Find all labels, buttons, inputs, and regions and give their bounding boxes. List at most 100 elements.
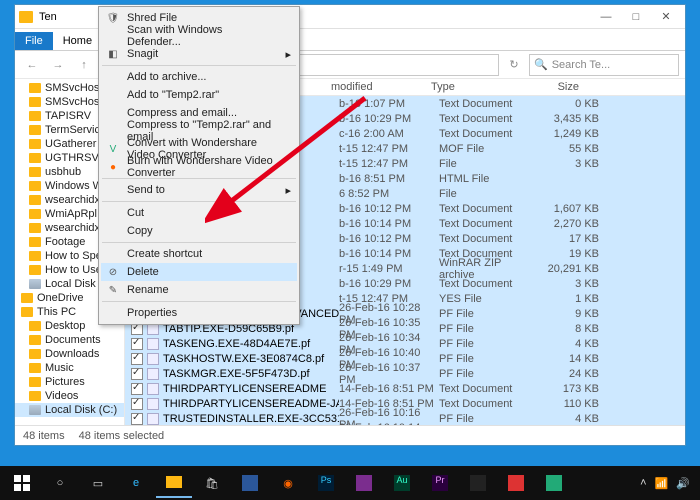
file-size: 0 KB (539, 98, 599, 110)
tree-item[interactable]: Music (15, 361, 124, 375)
store-icon[interactable]: 🛍 (194, 468, 230, 498)
refresh-button[interactable]: ↻ (503, 54, 525, 76)
menu-label: Send to (127, 184, 165, 196)
tree-item[interactable]: Videos (15, 389, 124, 403)
menu-item[interactable]: ●Burn with Wondershare Video Converter (101, 158, 297, 176)
snagit-icon[interactable] (460, 468, 496, 498)
checkbox[interactable] (131, 353, 143, 365)
menu-label: Create shortcut (127, 248, 202, 260)
checkbox[interactable] (131, 368, 143, 380)
menu-item[interactable]: ⊘Delete (101, 263, 297, 281)
menu-label: Add to "Temp2.rar" (127, 89, 219, 101)
file-type: File (439, 158, 539, 170)
menu-icon: ◧ (106, 47, 120, 61)
tree-item[interactable]: Downloads (15, 347, 124, 361)
menu-item[interactable]: Cut (101, 204, 297, 222)
up-button[interactable]: ↑ (73, 54, 95, 76)
audition-icon[interactable]: Au (384, 468, 420, 498)
menu-separator (102, 201, 296, 202)
tree-label: usbhub (45, 166, 81, 178)
system-tray[interactable]: ˄ 📶 🔊 (640, 477, 696, 490)
volume-icon[interactable]: 🔊 (676, 477, 690, 490)
firefox-icon[interactable]: ◉ (270, 468, 306, 498)
file-row[interactable]: THIRDPARTYLICENSEREADME14-Feb-16 8:51 PM… (125, 381, 685, 396)
explorer-icon[interactable] (156, 468, 192, 498)
file-size: 4 KB (539, 413, 599, 425)
file-icon (147, 353, 159, 365)
forward-button[interactable]: → (47, 54, 69, 76)
tree-label: Documents (45, 334, 101, 346)
tree-label: Local Disk (C:) (45, 404, 117, 416)
file-date: b-16 10:12 PM (339, 203, 439, 215)
tree-label: Downloads (45, 348, 99, 360)
tree-item[interactable]: Local Disk (C:) (15, 403, 124, 417)
folder-icon (29, 377, 41, 387)
edge-icon[interactable]: e (118, 468, 154, 498)
menu-item[interactable]: ◧Snagit▸ (101, 45, 297, 63)
tree-label: wsearchidx (45, 194, 100, 206)
tab-file[interactable]: File (15, 32, 53, 50)
folder-icon (29, 279, 41, 289)
photoshop-icon[interactable]: Ps (308, 468, 344, 498)
maximize-button[interactable]: □ (621, 7, 651, 27)
menu-item[interactable]: Send to ▸ (101, 181, 297, 199)
checkbox[interactable] (131, 383, 143, 395)
file-size: 14 KB (539, 353, 599, 365)
file-row[interactable]: TASKMGR.EXE-5F5F473D.pf26-Feb-16 10:37 P… (125, 366, 685, 381)
taskview-button[interactable]: ▭ (80, 468, 116, 498)
checkbox[interactable] (131, 413, 143, 425)
file-name: TASKHOSTW.EXE-3E0874C8.pf (163, 353, 339, 365)
app-icon[interactable] (498, 468, 534, 498)
start-button[interactable] (4, 468, 40, 498)
taskbar[interactable]: ○ ▭ e 🛍 ◉ Ps Au Pr ˄ 📶 🔊 (0, 466, 700, 500)
tree-item[interactable]: Pictures (15, 375, 124, 389)
file-type: Text Document (439, 233, 539, 245)
tree-label: This PC (37, 306, 76, 318)
menu-item[interactable]: Create shortcut (101, 245, 297, 263)
col-type[interactable]: Type (425, 81, 525, 93)
search-button[interactable]: ○ (42, 468, 78, 498)
file-type: Text Document (439, 98, 539, 110)
tray-chevron-icon[interactable]: ˄ (640, 477, 646, 489)
file-date: t-15 12:47 PM (339, 158, 439, 170)
folder-icon (29, 349, 41, 359)
menu-item[interactable]: Add to "Temp2.rar" (101, 86, 297, 104)
folder-icon (21, 307, 33, 317)
col-date[interactable]: modified (325, 81, 425, 93)
folder-icon (29, 209, 41, 219)
search-input[interactable]: 🔍 Search Te... (529, 54, 679, 76)
network-icon[interactable]: 📶 (655, 477, 669, 490)
menu-item[interactable]: Properties (101, 304, 297, 322)
col-size[interactable]: Size (525, 81, 585, 93)
file-date: 14-Feb-16 8:51 PM (339, 383, 439, 395)
back-button[interactable]: ← (21, 54, 43, 76)
tab-home[interactable]: Home (53, 32, 102, 50)
file-size: 9 KB (539, 308, 599, 320)
minimize-button[interactable]: — (591, 7, 621, 27)
menu-item[interactable]: Scan with Windows Defender... (101, 27, 297, 45)
checkbox[interactable] (131, 338, 143, 350)
menu-label: Delete (127, 266, 159, 278)
menu-label: Add to archive... (127, 71, 207, 83)
menu-item[interactable]: Copy (101, 222, 297, 240)
file-date: b-16 1:07 PM (339, 98, 439, 110)
onenote-icon[interactable] (346, 468, 382, 498)
app-icon[interactable] (536, 468, 572, 498)
file-date: b-16 10:14 PM (339, 218, 439, 230)
menu-label: Copy (127, 225, 153, 237)
word-icon[interactable] (232, 468, 268, 498)
close-button[interactable]: ✕ (651, 7, 681, 27)
folder-icon (29, 139, 41, 149)
folder-icon (29, 181, 41, 191)
menu-item[interactable]: ✎Rename (101, 281, 297, 299)
menu-item[interactable]: Add to archive... (101, 68, 297, 86)
submenu-arrow-icon: ▸ (285, 184, 291, 197)
file-type: Text Document (439, 203, 539, 215)
context-menu[interactable]: 🛡Shred FileScan with Windows Defender...… (98, 6, 300, 325)
tree-item[interactable]: Documents (15, 333, 124, 347)
file-size: 8 KB (539, 323, 599, 335)
file-date: r-15 1:49 PM (339, 263, 439, 275)
file-size: 17 KB (539, 233, 599, 245)
checkbox[interactable] (131, 398, 143, 410)
premiere-icon[interactable]: Pr (422, 468, 458, 498)
